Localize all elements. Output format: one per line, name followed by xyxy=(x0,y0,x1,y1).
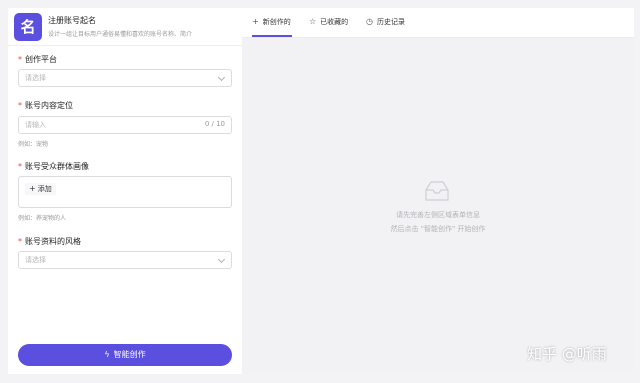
plus-icon: + xyxy=(252,17,259,26)
app-subtitle: 设计一组让目标用户通俗易懂和喜欢的账号名称、简介 xyxy=(48,31,193,38)
tab-new-label: 新创作的 xyxy=(262,18,291,26)
tab-bar: + 新创作的 ☆ 已收藏的 ◷ 历史记录 xyxy=(242,8,634,38)
audience-input[interactable]: + 添加 xyxy=(18,176,232,208)
tab-favorites-label: 已收藏的 xyxy=(320,18,349,26)
results-area: 请先完善左侧区域表单信息 然后点击 "智能创作" 开始创作 xyxy=(242,38,634,374)
platform-label-text: 创作平台 xyxy=(25,55,57,64)
tab-new[interactable]: + 新创作的 xyxy=(252,17,291,27)
positioning-label: * 账号内容定位 xyxy=(18,100,73,111)
app-logo-icon: 名 xyxy=(14,13,42,41)
add-audience-button[interactable]: + 添加 xyxy=(25,183,56,195)
audience-hint: 例如：养宠物的人 xyxy=(18,215,67,222)
tab-favorites[interactable]: ☆ 已收藏的 xyxy=(309,17,348,27)
audience-label-text: 账号受众群体画像 xyxy=(25,162,89,171)
empty-state-line2: 然后点击 "智能创作" 开始创作 xyxy=(390,225,486,233)
results-panel: + 新创作的 ☆ 已收藏的 ◷ 历史记录 请先完善左侧区域表单信息 然后点击 "智能创… xyxy=(242,8,634,374)
watermark: 知乎 @听雨 xyxy=(527,345,607,363)
required-mark: * xyxy=(18,162,22,171)
required-mark: * xyxy=(18,55,22,64)
generate-label: 智能创作 xyxy=(113,350,146,359)
char-count: 0 / 10 xyxy=(204,120,225,128)
positioning-placeholder: 请输入 xyxy=(25,121,46,129)
required-mark: * xyxy=(18,101,22,110)
chevron-down-icon xyxy=(217,255,226,264)
lightning-icon: ϟ xyxy=(104,350,110,359)
star-icon: ☆ xyxy=(309,17,317,26)
app-header: 名 注册账号起名 设计一组让目标用户通俗易懂和喜欢的账号名称、简介 xyxy=(8,8,242,46)
style-label-text: 账号资料的风格 xyxy=(25,237,81,246)
form-panel: 名 注册账号起名 设计一组让目标用户通俗易懂和喜欢的账号名称、简介 * 创作平台 … xyxy=(8,8,242,374)
platform-label: * 创作平台 xyxy=(18,54,57,65)
required-mark: * xyxy=(18,237,22,246)
empty-state-line1: 请先完善左侧区域表单信息 xyxy=(396,211,480,219)
style-select[interactable]: 请选择 xyxy=(18,251,232,269)
clock-icon: ◷ xyxy=(366,17,373,26)
positioning-input[interactable]: 请输入 0 / 10 xyxy=(18,116,232,134)
platform-select[interactable]: 请选择 xyxy=(18,69,232,87)
inbox-icon xyxy=(425,181,449,201)
style-label: * 账号资料的风格 xyxy=(18,236,81,247)
positioning-label-text: 账号内容定位 xyxy=(25,101,73,110)
style-placeholder: 请选择 xyxy=(25,256,46,264)
app-title: 注册账号起名 xyxy=(48,16,96,25)
add-label: 添加 xyxy=(37,185,52,193)
plus-icon: + xyxy=(29,184,36,193)
generate-button[interactable]: ϟ 智能创作 xyxy=(18,344,232,366)
positioning-hint: 例如：宠物 xyxy=(18,141,49,148)
chevron-down-icon xyxy=(217,73,226,82)
tab-history[interactable]: ◷ 历史记录 xyxy=(366,17,405,27)
platform-placeholder: 请选择 xyxy=(25,74,46,82)
active-tab-indicator xyxy=(252,35,292,37)
tab-history-label: 历史记录 xyxy=(376,18,405,26)
audience-label: * 账号受众群体画像 xyxy=(18,161,89,172)
